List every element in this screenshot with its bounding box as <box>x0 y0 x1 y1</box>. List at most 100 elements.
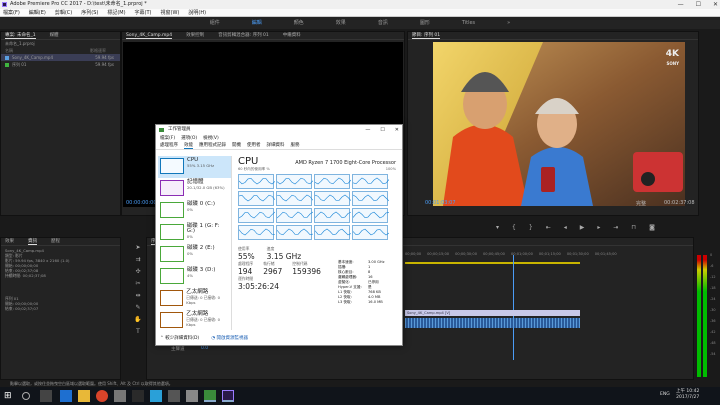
start-button[interactable]: ⊞ <box>4 390 16 402</box>
slip-tool-icon[interactable]: ⇹ <box>134 292 142 300</box>
tab-startup[interactable]: 開機 <box>232 142 241 149</box>
ripple-edit-tool-icon[interactable]: ✣ <box>134 268 142 276</box>
razor-tool-icon[interactable]: ✂ <box>134 280 142 288</box>
tm-menu-view[interactable]: 檢視(V) <box>203 135 219 142</box>
mark-out-button[interactable]: } <box>529 224 533 231</box>
source-timecode[interactable]: 00:00:00:00 <box>126 200 157 206</box>
app-icon[interactable] <box>132 390 144 402</box>
perf-item-disk0[interactable]: 磁碟 0 (C:) 0% <box>158 200 231 222</box>
mark-in-button[interactable]: { <box>512 224 516 231</box>
workspace-graphics[interactable]: 圖形 <box>420 17 430 29</box>
list-item[interactable]: Sony_4K_Camp.mp4 59.94 fps <box>1 54 120 61</box>
tab-details[interactable]: 詳細資料 <box>267 142 285 149</box>
perf-item-disk1[interactable]: 磁碟 1 (G: F: G:) 0% <box>158 222 231 244</box>
tab-program[interactable]: 節目: 序列 01 <box>412 32 441 39</box>
task-manager-titlebar[interactable]: 工作管理員 — ☐ ✕ <box>156 125 402 135</box>
tab-services[interactable]: 服務 <box>291 142 300 149</box>
pen-tool-icon[interactable]: ✎ <box>134 304 142 312</box>
workspace-assembly[interactable]: 組件 <box>210 17 220 29</box>
tm-menu-file[interactable]: 檔案(F) <box>160 135 175 142</box>
chrome-icon[interactable] <box>96 390 108 402</box>
workspace-color[interactable]: 顏色 <box>294 17 304 29</box>
go-to-out-button[interactable]: ⇥ <box>613 224 618 231</box>
tm-maximize-button[interactable]: ☐ <box>380 125 384 135</box>
selection-tool-icon[interactable]: ➤ <box>134 244 142 252</box>
master-volume-value[interactable]: 0.0 <box>201 346 208 351</box>
export-frame-button[interactable]: ◙ <box>649 224 655 231</box>
menu-help[interactable]: 說明(H) <box>188 9 206 16</box>
tab-effect-controls[interactable]: 效果控制 <box>186 32 204 39</box>
audio-clip-a1[interactable] <box>405 318 580 328</box>
column-name[interactable]: 名稱 <box>5 47 13 54</box>
workspace-editing[interactable]: 編輯 <box>252 17 262 29</box>
app-icon[interactable] <box>186 390 198 402</box>
tab-source[interactable]: Sony_4K_Camp.mp4 <box>126 32 173 39</box>
menu-sequence[interactable]: 序列(S) <box>81 9 98 16</box>
premiere-taskbar-icon[interactable] <box>222 390 234 402</box>
tab-metadata[interactable]: 中繼資料 <box>283 32 301 39</box>
type-tool-icon[interactable]: T <box>134 328 142 336</box>
step-forward-button[interactable]: ▸ <box>597 224 600 231</box>
file-explorer-icon[interactable] <box>78 390 90 402</box>
tab-effects[interactable]: 效果 <box>5 238 14 245</box>
tab-project[interactable]: 專案: 未命名_1 <box>5 32 36 39</box>
timeline-ruler[interactable]: 00;00;00 00;00;15;00 00;00;30;00 00;00;4… <box>405 252 695 256</box>
menu-file[interactable]: 檔案(F) <box>3 9 20 16</box>
tab-users[interactable]: 使用者 <box>247 142 261 149</box>
input-language[interactable]: ENG <box>660 392 670 397</box>
menu-clip[interactable]: 剪輯(C) <box>55 9 72 16</box>
task-manager-taskbar-icon[interactable] <box>204 390 216 402</box>
app-icon[interactable] <box>168 390 180 402</box>
minimize-button[interactable]: — <box>678 0 684 9</box>
tab-media[interactable]: 媒體 <box>50 32 59 39</box>
tab-audio-clip-mixer[interactable]: 音訊剪輯混合器: 序列 01 <box>218 32 269 39</box>
add-marker-button[interactable]: ▾ <box>496 224 499 231</box>
tm-menu-options[interactable]: 選項(O) <box>181 135 197 142</box>
tab-history[interactable]: 歷程 <box>51 238 60 245</box>
app-icon[interactable] <box>150 390 162 402</box>
fit-dropdown[interactable]: 完整 <box>636 200 646 207</box>
perf-item-ethernet-2[interactable]: 乙太網路 已傳送: 0 已接收: 0 Kbps <box>158 310 231 332</box>
task-manager-window[interactable]: 工作管理員 — ☐ ✕ 檔案(F) 選項(O) 檢視(V) 處理程序 效能 應用… <box>155 124 403 346</box>
list-item[interactable]: 序列 01 59.94 fps <box>1 61 120 68</box>
workspace-overflow-button[interactable]: » <box>507 17 510 29</box>
tm-minimize-button[interactable]: — <box>365 125 370 135</box>
go-to-in-button[interactable]: ⇤ <box>546 224 551 231</box>
clock[interactable]: 上午 10:42 2017/7/27 <box>676 389 699 401</box>
workspace-titles[interactable]: Titles <box>462 17 475 29</box>
program-viewer[interactable]: 4K SONY <box>433 42 685 206</box>
menu-marker[interactable]: 標記(M) <box>107 9 125 16</box>
perf-item-cpu[interactable]: CPU 55% 3.15 GHz <box>158 156 231 178</box>
video-clip-v1[interactable]: Sony_4K_Camp.mp4 [V] <box>405 310 580 316</box>
workspace-audio[interactable]: 音訊 <box>378 17 388 29</box>
menu-edit[interactable]: 編輯(E) <box>29 9 46 16</box>
play-button[interactable]: ▶ <box>580 224 585 231</box>
perf-item-disk2[interactable]: 磁碟 2 (E:) 0% <box>158 244 231 266</box>
track-select-tool-icon[interactable]: ⇉ <box>134 256 142 264</box>
resource-monitor-link[interactable]: ◔ 開啟資源監視器 <box>211 335 248 341</box>
perf-item-disk3[interactable]: 磁碟 3 (D:) 4% <box>158 266 231 288</box>
app-icon[interactable] <box>114 390 126 402</box>
menu-window[interactable]: 視窗(W) <box>161 9 180 16</box>
column-fps[interactable]: 影格速率 <box>90 47 106 54</box>
hand-tool-icon[interactable]: ✋ <box>134 316 142 324</box>
tab-app-history[interactable]: 應用程式記錄 <box>199 142 226 149</box>
program-timecode[interactable]: 00:01:03:07 <box>425 200 456 206</box>
lift-button[interactable]: ⊓ <box>631 224 636 231</box>
workspace-effects[interactable]: 效果 <box>336 17 346 29</box>
perf-item-ethernet[interactable]: 乙太網路 已傳送: 0 已接收: 0 Kbps <box>158 288 231 310</box>
tm-close-button[interactable]: ✕ <box>395 125 399 135</box>
menu-title[interactable]: 字幕(T) <box>135 9 152 16</box>
step-back-button[interactable]: ◂ <box>564 224 567 231</box>
search-icon[interactable] <box>22 392 30 400</box>
edge-icon[interactable] <box>60 390 72 402</box>
fewer-details-link[interactable]: ⌃ 較少詳細資料(D) <box>160 335 199 341</box>
work-area-bar[interactable] <box>405 262 580 264</box>
playhead[interactable] <box>513 255 514 360</box>
close-button[interactable]: ✕ <box>713 0 718 9</box>
tab-processes[interactable]: 處理程序 <box>160 142 178 149</box>
maximize-button[interactable]: ☐ <box>696 0 701 9</box>
tab-performance[interactable]: 效能 <box>184 142 193 149</box>
task-view-icon[interactable] <box>40 390 52 402</box>
tab-info[interactable]: 資訊 <box>28 238 37 245</box>
